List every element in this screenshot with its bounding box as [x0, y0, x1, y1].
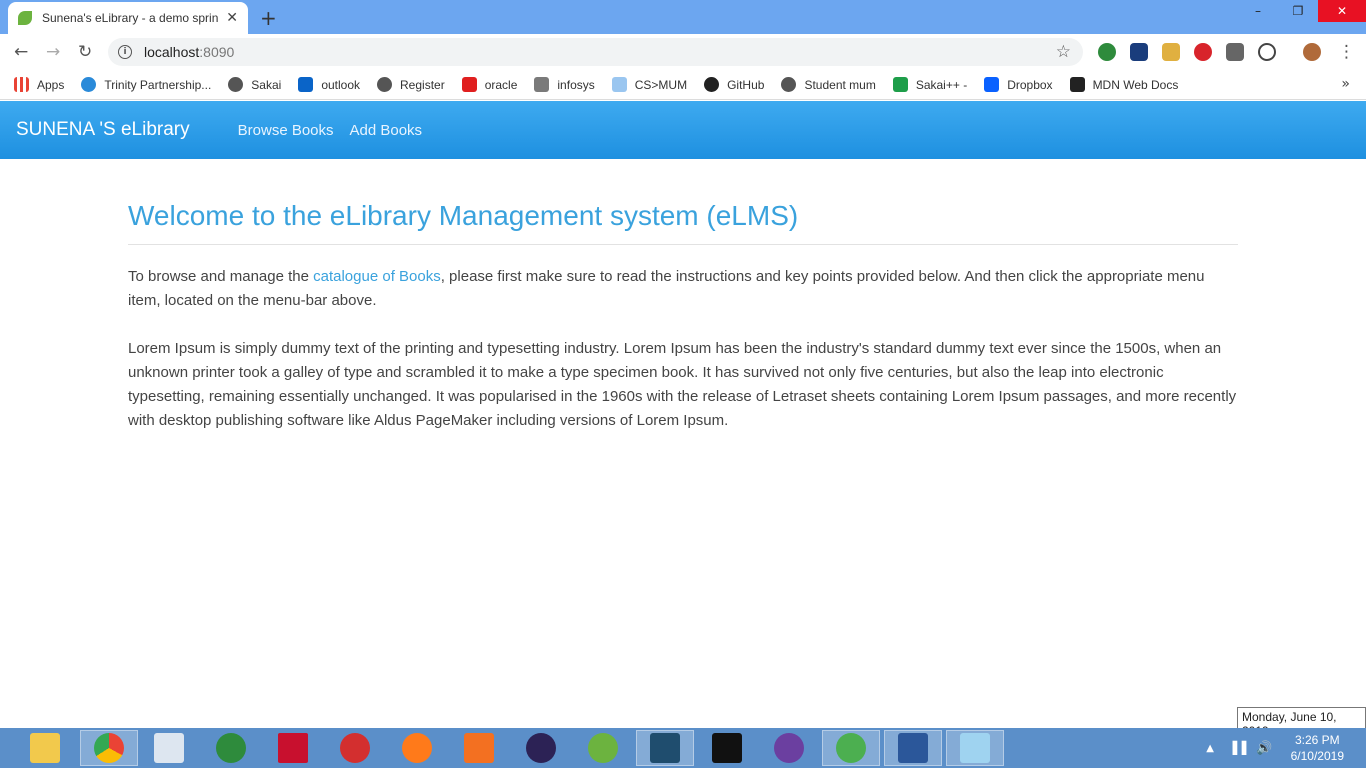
globe-icon — [781, 77, 797, 92]
url-host: localhost — [144, 44, 200, 60]
site-navbar: SUNENA 'S eLibrary Browse Books Add Book… — [0, 101, 1366, 159]
bookmark-item[interactable]: outlook — [298, 77, 360, 92]
close-window-button[interactable]: ✕ — [1318, 0, 1366, 22]
tray-expand-icon[interactable]: ▲ — [1206, 743, 1214, 754]
bookmarks-more-icon[interactable]: » — [1341, 76, 1350, 92]
tab-strip: Sunena's eLibrary - a demo sprin ✕ + – ❐… — [0, 0, 1366, 34]
google-drive-icon — [892, 77, 908, 92]
bookmark-item[interactable]: Apps — [14, 77, 64, 92]
restore-button[interactable]: ❐ — [1278, 0, 1318, 22]
info-icon[interactable]: i — [118, 45, 132, 59]
cat-app-icon[interactable] — [760, 730, 818, 766]
internet-download-icon[interactable] — [202, 730, 260, 766]
nepal-flag-icon[interactable] — [264, 730, 322, 766]
bookmark-item[interactable]: infosys — [534, 77, 595, 92]
bookmark-item[interactable]: GitHub — [704, 77, 764, 92]
spring-boot-icon[interactable] — [822, 730, 880, 766]
outlook-icon — [298, 77, 314, 92]
extension-paint-icon[interactable] — [1162, 43, 1180, 61]
bookmark-item[interactable]: Register — [377, 77, 445, 92]
eclipse-icon[interactable] — [512, 730, 570, 766]
bookmark-item[interactable]: oracle — [461, 77, 517, 92]
tab-title: Sunena's eLibrary - a demo sprin — [42, 11, 219, 25]
spring-tool-icon[interactable] — [574, 730, 632, 766]
globe-icon — [228, 77, 244, 92]
foxit-pdf-icon[interactable] — [450, 730, 508, 766]
new-tab-button[interactable]: + — [260, 6, 277, 30]
word-icon[interactable] — [884, 730, 942, 766]
firefox-icon[interactable] — [388, 730, 446, 766]
nav-add-books[interactable]: Add Books — [350, 122, 423, 139]
browser-toolbar: ← → ↻ i localhost :8090 ☆ ⋮ — [0, 34, 1366, 70]
profile-avatar[interactable] — [1303, 43, 1321, 61]
clock[interactable]: 3:26 PM 6/10/2019 — [1291, 732, 1344, 764]
minimize-button[interactable]: – — [1238, 0, 1278, 22]
oracle-icon — [461, 77, 477, 92]
mdn-icon — [1069, 77, 1085, 92]
intro-paragraph: To browse and manage the catalogue of Bo… — [128, 268, 1205, 309]
menu-dots-icon[interactable]: ⋮ — [1338, 42, 1355, 62]
browser-tab[interactable]: Sunena's eLibrary - a demo sprin ✕ — [8, 2, 248, 34]
bookmark-item[interactable]: CS>MUM — [611, 77, 687, 92]
close-tab-icon[interactable]: ✕ — [226, 10, 238, 26]
notepad-icon[interactable] — [946, 730, 1004, 766]
dropbox-icon — [984, 77, 1000, 92]
spring-leaf-icon — [18, 11, 32, 25]
clock-date: 6/10/2019 — [1290, 749, 1344, 763]
address-bar[interactable]: i localhost :8090 ☆ — [108, 38, 1083, 66]
extension-chart-icon[interactable] — [1130, 43, 1148, 61]
forward-icon[interactable]: → — [46, 42, 60, 62]
bookmark-item[interactable]: Trinity Partnership... — [81, 77, 211, 92]
volume-icon[interactable]: 🔊 — [1256, 741, 1272, 756]
mysql-icon[interactable] — [636, 730, 694, 766]
bookmark-star-icon[interactable]: ☆ — [1056, 42, 1071, 62]
infosys-icon — [534, 77, 550, 92]
network-icon[interactable]: ▐▐ — [1228, 741, 1246, 755]
site-brand[interactable]: SUNENA 'S eLibrary — [16, 119, 190, 141]
trinity-icon — [81, 77, 97, 92]
clock-time: 3:26 PM — [1294, 733, 1340, 747]
bookmark-item[interactable]: MDN Web Docs — [1069, 77, 1178, 92]
globe-icon — [377, 77, 393, 92]
facebook-icon[interactable] — [1226, 43, 1244, 61]
github-icon — [704, 77, 720, 92]
page-title: Welcome to the eLibrary Management syste… — [128, 200, 1238, 245]
cs-mum-icon — [611, 77, 627, 92]
reload-icon[interactable]: ↻ — [78, 42, 92, 62]
main-content: Welcome to the eLibrary Management syste… — [128, 200, 1238, 433]
pdf-icon[interactable] — [326, 730, 384, 766]
bookmarks-bar: Apps Trinity Partnership... Sakai outloo… — [0, 70, 1366, 100]
lorem-paragraph: Lorem Ipsum is simply dummy text of the … — [128, 340, 1237, 429]
extension-sync-icon[interactable] — [1258, 43, 1276, 61]
taskbar: ▲ ▐▐ 🔊 3:26 PM 6/10/2019 — [0, 728, 1366, 768]
bookmark-item[interactable]: Sakai — [228, 77, 281, 92]
intellij-icon[interactable] — [698, 730, 756, 766]
apps-grid-icon — [14, 77, 29, 92]
bookmark-item[interactable]: Dropbox — [984, 77, 1053, 92]
system-tray: ▲ ▐▐ 🔊 3:26 PM 6/10/2019 — [1206, 728, 1366, 768]
chrome-icon[interactable] — [80, 730, 138, 766]
back-icon[interactable]: ← — [14, 42, 28, 62]
extension-globe-icon[interactable] — [1098, 43, 1116, 61]
file-explorer-icon[interactable] — [16, 730, 74, 766]
url-port: :8090 — [199, 44, 235, 60]
catalogue-link[interactable]: catalogue of Books — [313, 268, 441, 285]
bookmark-item[interactable]: Student mum — [781, 77, 876, 92]
nav-browse-books[interactable]: Browse Books — [238, 122, 334, 139]
calculator-icon[interactable] — [140, 730, 198, 766]
bookmark-item[interactable]: Sakai++ - — [892, 77, 967, 92]
extension-yab-icon[interactable] — [1194, 43, 1212, 61]
